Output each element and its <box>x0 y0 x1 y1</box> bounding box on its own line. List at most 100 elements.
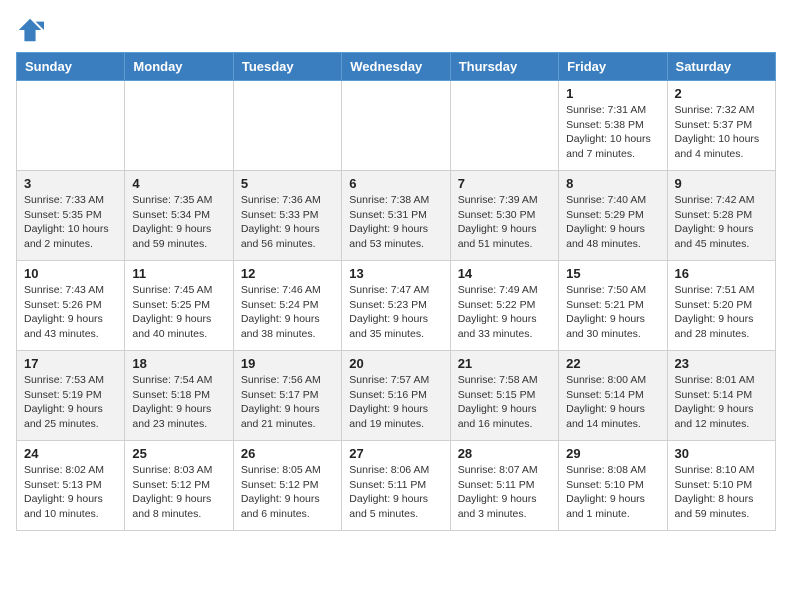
day-cell: 15 Sunrise: 7:50 AM Sunset: 5:21 PM Dayli… <box>559 261 667 351</box>
day-cell: 26Sunrise: 8:05 AM Sunset: 5:12 PM Dayli… <box>233 441 341 531</box>
day-number: 6 <box>349 176 442 191</box>
header-monday: Monday <box>125 53 233 81</box>
day-cell: 5 Sunrise: 7:36 AM Sunset: 5:33 PM Daylig… <box>233 171 341 261</box>
day-number: 1 <box>566 86 659 101</box>
day-number: 29 <box>566 446 659 461</box>
day-cell: 4 Sunrise: 7:35 AM Sunset: 5:34 PM Daylig… <box>125 171 233 261</box>
day-cell: 19 Sunrise: 7:56 AM Sunset: 5:17 PM Dayli… <box>233 351 341 441</box>
day-cell: 10 Sunrise: 7:43 AM Sunset: 5:26 PM Dayli… <box>17 261 125 351</box>
day-number: 14 <box>458 266 551 281</box>
day-number: 30 <box>675 446 768 461</box>
day-info: Sunrise: 7:39 AM Sunset: 5:30 PM Dayligh… <box>458 193 551 252</box>
day-info: Sunrise: 8:00 AM Sunset: 5:14 PM Dayligh… <box>566 373 659 432</box>
header-saturday: Saturday <box>667 53 775 81</box>
header-friday: Friday <box>559 53 667 81</box>
day-number: 20 <box>349 356 442 371</box>
day-number: 7 <box>458 176 551 191</box>
day-info: Sunrise: 7:40 AM Sunset: 5:29 PM Dayligh… <box>566 193 659 252</box>
day-info: Sunrise: 8:02 AM Sunset: 5:13 PM Dayligh… <box>24 463 117 522</box>
week-row-4: 17Sunrise: 7:53 AM Sunset: 5:19 PM Dayli… <box>17 351 776 441</box>
day-number: 24 <box>24 446 117 461</box>
day-info: Sunrise: 7:49 AM Sunset: 5:22 PM Dayligh… <box>458 283 551 342</box>
day-info: Sunrise: 7:43 AM Sunset: 5:26 PM Dayligh… <box>24 283 117 342</box>
week-row-1: 1Sunrise: 7:31 AM Sunset: 5:38 PM Daylig… <box>17 81 776 171</box>
day-cell <box>17 81 125 171</box>
day-number: 10 <box>24 266 117 281</box>
day-number: 19 <box>241 356 334 371</box>
day-number: 13 <box>349 266 442 281</box>
day-number: 8 <box>566 176 659 191</box>
logo-icon <box>16 16 44 44</box>
day-cell: 21 Sunrise: 7:58 AM Sunset: 5:15 PM Dayli… <box>450 351 558 441</box>
day-number: 3 <box>24 176 117 191</box>
week-row-5: 24 Sunrise: 8:02 AM Sunset: 5:13 PM Dayli… <box>17 441 776 531</box>
day-info: Sunrise: 7:32 AM Sunset: 5:37 PM Dayligh… <box>675 103 768 162</box>
calendar-header: SundayMondayTuesdayWednesdayThursdayFrid… <box>17 53 776 81</box>
day-cell: 11 Sunrise: 7:45 AM Sunset: 5:25 PM Dayli… <box>125 261 233 351</box>
day-info: Sunrise: 7:57 AM Sunset: 5:16 PM Dayligh… <box>349 373 442 432</box>
day-info: Sunrise: 7:45 AM Sunset: 5:25 PM Dayligh… <box>132 283 225 342</box>
day-info: Sunrise: 8:03 AM Sunset: 5:12 PM Dayligh… <box>132 463 225 522</box>
day-number: 11 <box>132 266 225 281</box>
day-info: Sunrise: 7:51 AM Sunset: 5:20 PM Dayligh… <box>675 283 768 342</box>
day-number: 9 <box>675 176 768 191</box>
day-info: Sunrise: 7:35 AM Sunset: 5:34 PM Dayligh… <box>132 193 225 252</box>
day-number: 2 <box>675 86 768 101</box>
day-number: 16 <box>675 266 768 281</box>
day-cell: 27Sunrise: 8:06 AM Sunset: 5:11 PM Dayli… <box>342 441 450 531</box>
day-info: Sunrise: 7:53 AM Sunset: 5:19 PM Dayligh… <box>24 373 117 432</box>
header-sunday: Sunday <box>17 53 125 81</box>
day-info: Sunrise: 8:08 AM Sunset: 5:10 PM Dayligh… <box>566 463 659 522</box>
day-number: 26 <box>241 446 334 461</box>
day-info: Sunrise: 7:50 AM Sunset: 5:21 PM Dayligh… <box>566 283 659 342</box>
day-cell: 16 Sunrise: 7:51 AM Sunset: 5:20 PM Dayli… <box>667 261 775 351</box>
day-cell: 1Sunrise: 7:31 AM Sunset: 5:38 PM Daylig… <box>559 81 667 171</box>
day-cell: 20 Sunrise: 7:57 AM Sunset: 5:16 PM Dayli… <box>342 351 450 441</box>
day-number: 18 <box>132 356 225 371</box>
header-thursday: Thursday <box>450 53 558 81</box>
day-cell: 14 Sunrise: 7:49 AM Sunset: 5:22 PM Dayli… <box>450 261 558 351</box>
day-number: 21 <box>458 356 551 371</box>
day-number: 4 <box>132 176 225 191</box>
calendar-body: 1Sunrise: 7:31 AM Sunset: 5:38 PM Daylig… <box>17 81 776 531</box>
day-cell: 29 Sunrise: 8:08 AM Sunset: 5:10 PM Dayli… <box>559 441 667 531</box>
day-cell: 2 Sunrise: 7:32 AM Sunset: 5:37 PM Daylig… <box>667 81 775 171</box>
day-info: Sunrise: 7:56 AM Sunset: 5:17 PM Dayligh… <box>241 373 334 432</box>
day-cell: 7 Sunrise: 7:39 AM Sunset: 5:30 PM Daylig… <box>450 171 558 261</box>
day-cell: 24 Sunrise: 8:02 AM Sunset: 5:13 PM Dayli… <box>17 441 125 531</box>
day-cell: 23 Sunrise: 8:01 AM Sunset: 5:14 PM Dayli… <box>667 351 775 441</box>
day-info: Sunrise: 7:46 AM Sunset: 5:24 PM Dayligh… <box>241 283 334 342</box>
day-cell <box>450 81 558 171</box>
day-cell: 30 Sunrise: 8:10 AM Sunset: 5:10 PM Dayli… <box>667 441 775 531</box>
day-number: 22 <box>566 356 659 371</box>
header-tuesday: Tuesday <box>233 53 341 81</box>
day-cell: 9 Sunrise: 7:42 AM Sunset: 5:28 PM Daylig… <box>667 171 775 261</box>
day-number: 23 <box>675 356 768 371</box>
day-number: 28 <box>458 446 551 461</box>
day-info: Sunrise: 7:36 AM Sunset: 5:33 PM Dayligh… <box>241 193 334 252</box>
day-number: 5 <box>241 176 334 191</box>
day-info: Sunrise: 8:06 AM Sunset: 5:11 PM Dayligh… <box>349 463 442 522</box>
day-cell <box>125 81 233 171</box>
header-row: SundayMondayTuesdayWednesdayThursdayFrid… <box>17 53 776 81</box>
day-cell: 22 Sunrise: 8:00 AM Sunset: 5:14 PM Dayli… <box>559 351 667 441</box>
week-row-3: 10 Sunrise: 7:43 AM Sunset: 5:26 PM Dayli… <box>17 261 776 351</box>
day-info: Sunrise: 7:38 AM Sunset: 5:31 PM Dayligh… <box>349 193 442 252</box>
day-info: Sunrise: 7:54 AM Sunset: 5:18 PM Dayligh… <box>132 373 225 432</box>
day-info: Sunrise: 7:58 AM Sunset: 5:15 PM Dayligh… <box>458 373 551 432</box>
week-row-2: 3Sunrise: 7:33 AM Sunset: 5:35 PM Daylig… <box>17 171 776 261</box>
day-info: Sunrise: 8:07 AM Sunset: 5:11 PM Dayligh… <box>458 463 551 522</box>
day-cell: 13Sunrise: 7:47 AM Sunset: 5:23 PM Dayli… <box>342 261 450 351</box>
day-cell <box>342 81 450 171</box>
day-cell: 25Sunrise: 8:03 AM Sunset: 5:12 PM Dayli… <box>125 441 233 531</box>
day-cell: 17Sunrise: 7:53 AM Sunset: 5:19 PM Dayli… <box>17 351 125 441</box>
day-cell: 6 Sunrise: 7:38 AM Sunset: 5:31 PM Daylig… <box>342 171 450 261</box>
day-info: Sunrise: 7:42 AM Sunset: 5:28 PM Dayligh… <box>675 193 768 252</box>
day-info: Sunrise: 8:01 AM Sunset: 5:14 PM Dayligh… <box>675 373 768 432</box>
day-cell: 12Sunrise: 7:46 AM Sunset: 5:24 PM Dayli… <box>233 261 341 351</box>
day-number: 15 <box>566 266 659 281</box>
page-header <box>16 16 776 44</box>
calendar-table: SundayMondayTuesdayWednesdayThursdayFrid… <box>16 52 776 531</box>
day-cell: 18 Sunrise: 7:54 AM Sunset: 5:18 PM Dayli… <box>125 351 233 441</box>
day-info: Sunrise: 8:10 AM Sunset: 5:10 PM Dayligh… <box>675 463 768 522</box>
